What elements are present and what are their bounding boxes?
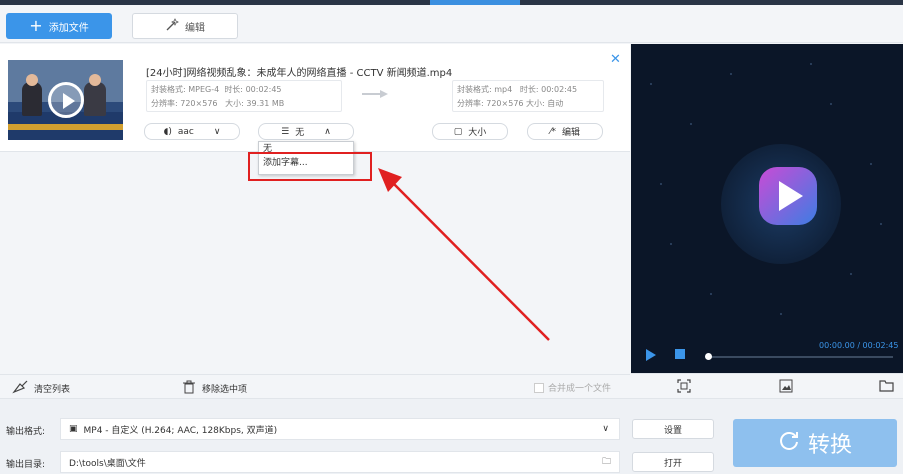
target-size: 自动 [547,99,564,108]
remove-selected-button[interactable]: 移除选中项 [182,380,247,397]
fullscreen-icon[interactable] [677,379,691,393]
snapshot-icon[interactable] [779,379,793,393]
playback-time: 00:00.00 / 00:02:45 [819,341,899,350]
player-controls: 00:00.00 / 00:02:45 [631,337,903,373]
chevron-up-icon: ∧ [324,126,331,137]
source-duration: 00:02:45 [245,85,282,94]
output-format-label: 输出格式: [6,427,46,437]
remove-file-close-icon[interactable]: ✕ [610,52,621,67]
open-folder-button[interactable]: 打开 [632,452,714,472]
target-info: 封装格式: mp4 时长: 00:02:45 分辨率: 720×576 大小: … [452,80,604,112]
crop-icon: ▢ [453,126,463,137]
size-button[interactable]: ▢ 大小 [432,123,508,140]
edit-label: 编辑 [185,22,205,34]
magic-wand-icon [165,17,179,35]
target-format: mp4 [494,85,513,94]
clear-list-button[interactable]: 清空列表 [12,380,70,397]
list-action-bar: 清空列表 移除选中项 合并成一个文件 [0,374,630,398]
file-list: [24小时]网络视频乱象：未成年人的网络直播 - CCTV 新闻频道.mp4 ✕… [0,44,630,374]
edit-button[interactable]: 编辑 [132,13,238,39]
toolbar: + 添加文件 编辑 [0,5,903,43]
file-list-item[interactable]: [24小时]网络视频乱象：未成年人的网络直播 - CCTV 新闻频道.mp4 ✕… [0,44,630,152]
trash-icon [182,380,196,397]
magic-wand-icon: ⁄* [549,126,556,137]
browse-folder-icon[interactable]: 🗀 [602,454,611,470]
target-resolution: 720×576 [486,99,524,108]
seek-bar[interactable] [707,356,893,358]
play-icon[interactable] [645,349,657,361]
folder-icon[interactable] [879,379,895,393]
source-format: MPEG-4 [188,85,220,94]
highlight-box [248,152,372,181]
convert-button[interactable]: 转换 [733,419,897,467]
output-format-select[interactable]: ▣ MP4 - 自定义 (H.264; AAC, 128Kbps, 双声道) ∨ [60,418,620,440]
merge-checkbox[interactable]: 合并成一个文件 [534,381,611,394]
add-file-button[interactable]: + 添加文件 [6,13,112,39]
output-dir-field[interactable]: D:\tools\桌面\文件 🗀 [60,451,620,473]
source-size: 39.31 MB [246,99,285,108]
checkbox-icon[interactable] [534,382,544,393]
settings-button[interactable]: 设置 [632,419,714,439]
output-dir-label: 输出目录: [6,460,46,470]
target-duration: 00:02:45 [541,85,578,94]
chevron-down-icon: ∨ [602,424,609,434]
preview-toolbar [631,373,903,398]
video-preview [631,44,903,337]
file-edit-button[interactable]: ⁄* 编辑 [527,123,603,140]
broom-icon [12,380,28,397]
stop-icon[interactable] [675,349,685,359]
subtitle-select[interactable]: ☰ 无 ∧ [258,123,354,140]
audio-icon: ◖) [163,126,172,137]
convert-arrow-icon [362,90,388,98]
file-name: [24小时]网络视频乱象：未成年人的网络直播 - CCTV 新闻频道.mp4 [146,68,453,79]
add-file-label: 添加文件 [48,22,89,34]
plus-icon: + [29,16,43,35]
refresh-icon [778,429,800,457]
seek-handle[interactable] [705,353,712,360]
chevron-down-icon: ∨ [213,126,221,137]
subtitle-icon: ☰ [281,126,290,137]
play-overlay-icon[interactable] [48,82,84,118]
video-file-icon: ▣ [69,424,78,434]
app-logo-play-icon [759,167,817,225]
source-info: 封装格式: MPEG-4 时长: 00:02:45 分辨率: 720×576 大… [146,80,342,112]
video-thumbnail[interactable] [8,60,123,140]
source-resolution: 720×576 [180,99,218,108]
audio-track-select[interactable]: ◖) aac ∨ [144,123,240,140]
